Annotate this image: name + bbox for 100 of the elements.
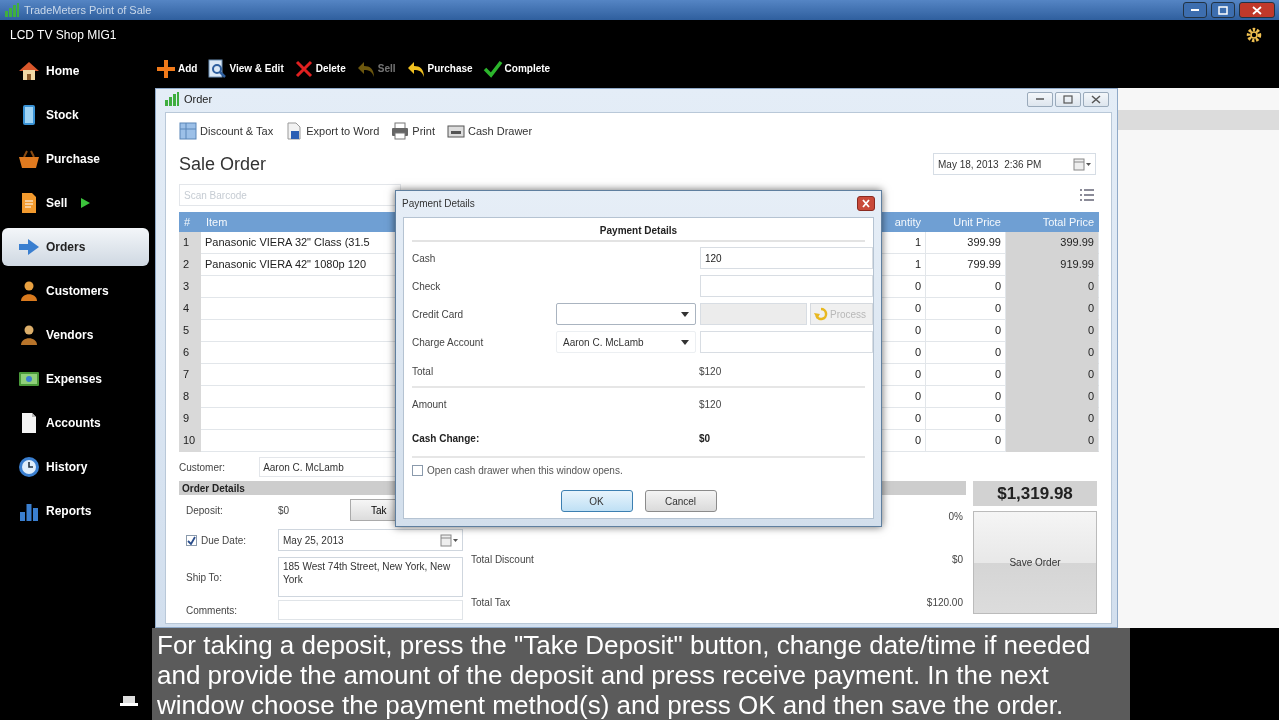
sidebar-label: Accounts (46, 415, 101, 432)
sidebar-item[interactable]: Vendors (2, 316, 149, 354)
checkbox[interactable] (412, 464, 423, 476)
row-number: 10 (179, 430, 201, 452)
caret-icon (681, 311, 689, 317)
table-cell: 0 (1006, 430, 1099, 452)
shop-name: LCD TV Shop MIG1 (10, 26, 117, 44)
comments-field[interactable] (278, 600, 463, 620)
dialog-button[interactable]: OK (560, 490, 633, 512)
barcode-field[interactable]: Scan Barcode (179, 184, 401, 206)
delete-icon (293, 58, 314, 79)
sidebar-item[interactable]: Orders (2, 228, 149, 266)
sidebar-item[interactable]: Accounts (2, 404, 149, 442)
toolbar-button[interactable]: Complete (482, 58, 551, 79)
calendar-icon[interactable] (440, 533, 458, 547)
minimize-button[interactable] (1183, 2, 1207, 18)
calendar-icon[interactable] (1073, 157, 1091, 171)
sidebar-label: Sell (46, 195, 68, 212)
date-field[interactable]: May 18, 2013 2:36 PM (933, 153, 1096, 175)
sidebar-item[interactable]: Reports (2, 492, 149, 530)
sidebar-item[interactable]: History (2, 448, 149, 486)
table-cell: 0 (1006, 386, 1099, 408)
list-icon[interactable] (1079, 188, 1095, 202)
toolbar-button[interactable]: Cash Drawer (446, 122, 533, 140)
table-cell: 0 (1006, 298, 1099, 320)
field-label: Charge Account (412, 335, 484, 350)
close-icon (861, 198, 871, 208)
toolbar-button[interactable]: Purchase (405, 58, 473, 79)
close-icon (1250, 4, 1264, 16)
close-button[interactable] (1083, 91, 1109, 107)
window-title: Order (184, 91, 213, 107)
toolbar-button[interactable]: Delete (293, 58, 346, 79)
dialog-button[interactable]: Cancel (644, 490, 717, 512)
field-label: Credit Card (412, 307, 464, 322)
caret-icon (681, 339, 689, 345)
total-label: Total Discount (471, 552, 534, 567)
row-number: 1 (179, 232, 201, 254)
checkbox[interactable] (186, 534, 197, 546)
toolbar-button[interactable]: Discount & Tax (179, 122, 274, 140)
maximize-button[interactable] (1211, 2, 1235, 18)
row-number: 3 (179, 276, 201, 298)
maximize-icon (1061, 93, 1075, 105)
toolbar-button[interactable]: Add (156, 58, 198, 79)
field-label: Customer: (179, 460, 226, 475)
grand-total: $1,319.98 (973, 481, 1097, 506)
sidebar-item[interactable]: Home (2, 52, 149, 90)
field-label: Due Date: (201, 533, 247, 548)
row-number: 2 (179, 254, 201, 276)
sidebar-label: Reports (46, 503, 92, 520)
payment-field[interactable]: 120 (700, 247, 873, 269)
summary-value: $120 (699, 364, 722, 379)
payment-field[interactable] (700, 331, 873, 353)
summary-label: Total (412, 364, 435, 379)
table-cell: 0 (883, 364, 926, 386)
toolbar-button[interactable]: Print (391, 122, 435, 140)
toolbar-button[interactable]: Export to Word (285, 122, 380, 140)
sidebar-item[interactable]: Sell (2, 184, 149, 222)
caption-text: For taking a deposit, press the "Take Deposit" button, change date/time if needed and provide the amount of the deposit and press receive payment. In the next window choose the payment method(s) and press OK and then save the order. (152, 628, 1130, 720)
sidebar-item[interactable]: Stock (2, 96, 149, 134)
field-value: $0 (278, 503, 291, 518)
sidebar-item[interactable]: Customers (2, 272, 149, 310)
take-deposit-button[interactable]: Tak (350, 499, 398, 521)
page-heading: Sale Order (179, 152, 267, 176)
checkbox-label: Open cash drawer when this window opens. (427, 463, 623, 478)
dropdown[interactable] (556, 303, 696, 325)
dropdown[interactable]: Aaron C. McLamb (556, 331, 696, 353)
sidebar-label: Purchase (46, 151, 101, 168)
minimize-icon (1191, 9, 1199, 11)
toolbar-button[interactable]: View & Edit (207, 58, 284, 79)
table-cell: 0 (883, 408, 926, 430)
check-icon (482, 58, 503, 79)
arrow-icon (18, 236, 40, 258)
table-cell: 0 (883, 386, 926, 408)
table-icon (179, 122, 197, 140)
table-cell: 1 (883, 232, 926, 254)
date-field[interactable]: May 25, 2013 (278, 529, 463, 551)
sidebar-item[interactable]: Expenses (2, 360, 149, 398)
bar-chart-icon (4, 2, 20, 18)
maximize-icon (1216, 4, 1230, 16)
sidebar-item[interactable]: Purchase (2, 140, 149, 178)
address-field[interactable]: 185 West 74th Street, New York, New York (278, 557, 463, 597)
bar-chart-icon (164, 91, 180, 107)
house-icon (18, 60, 40, 82)
close-button[interactable] (857, 195, 875, 211)
table-cell: 399.99 (1006, 232, 1099, 254)
settings-icon[interactable] (1245, 25, 1263, 44)
total-value: $120.00 (926, 595, 963, 610)
check-icon (187, 535, 196, 545)
save-order-button[interactable]: Save Order (973, 511, 1097, 614)
close-button[interactable] (1239, 2, 1275, 18)
person-icon (18, 280, 40, 302)
refresh-icon (814, 307, 828, 321)
payment-field[interactable] (700, 275, 873, 297)
field-label: Check (412, 279, 441, 294)
field-label: Cash (412, 251, 436, 266)
field-label: Comments: (186, 603, 239, 618)
total-value: $0 (951, 552, 963, 567)
window-title: TradeMeters Point of Sale (24, 2, 152, 18)
table-cell: 0 (1006, 276, 1099, 298)
sidebar-label: Vendors (46, 327, 94, 344)
